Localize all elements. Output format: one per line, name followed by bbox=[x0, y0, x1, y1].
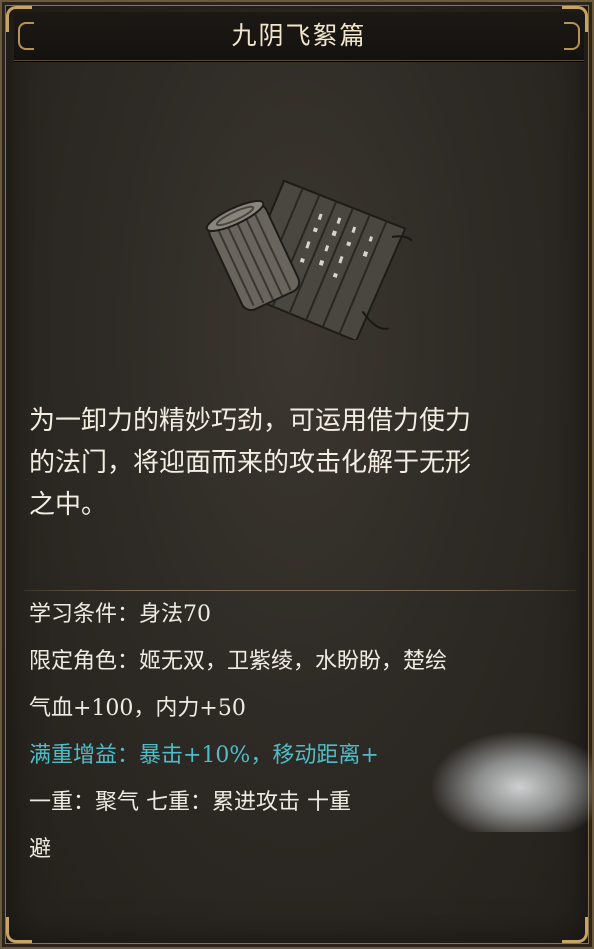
tier-effects-continued: 避 bbox=[29, 837, 52, 862]
stat-bonus: 气血+100，内力+50 bbox=[29, 696, 246, 721]
description-line: 为一卸力的精妙巧劲，可运用借力使力 bbox=[29, 406, 472, 436]
full-tier-bonus: 满重增益：暴击+10%，移动距离+ bbox=[29, 743, 379, 768]
bamboo-scroll-icon bbox=[205, 179, 412, 340]
frame-corner-bottom-right bbox=[562, 917, 588, 943]
description-line: 的法门，将迎面而来的攻击化解于无形 bbox=[29, 448, 472, 478]
title-bar: 九阴飞絮篇 bbox=[14, 12, 584, 61]
skill-description: 为一卸力的精妙巧劲，可运用借力使力 的法门，将迎面而来的攻击化解于无形 之中。 bbox=[29, 400, 574, 526]
frame-corner-bottom-left bbox=[6, 917, 32, 943]
skill-title: 九阴飞絮篇 bbox=[231, 21, 367, 50]
description-line: 之中。 bbox=[29, 490, 108, 520]
restricted-characters: 限定角色：姬无双，卫紫绫，水盼盼，楚绘 bbox=[29, 649, 448, 674]
tier-effects: 一重：聚气 七重：累进攻击 十重 bbox=[29, 790, 351, 815]
section-divider bbox=[24, 590, 576, 591]
learn-requirement: 学习条件：身法70 bbox=[29, 602, 211, 627]
skill-tooltip-panel: 九阴飞絮篇 为一卸力的精妙巧劲，可运用借力使力 的法门，将迎面而来的攻击化解于无… bbox=[0, 0, 594, 949]
title-ornament-right-icon bbox=[564, 22, 580, 50]
